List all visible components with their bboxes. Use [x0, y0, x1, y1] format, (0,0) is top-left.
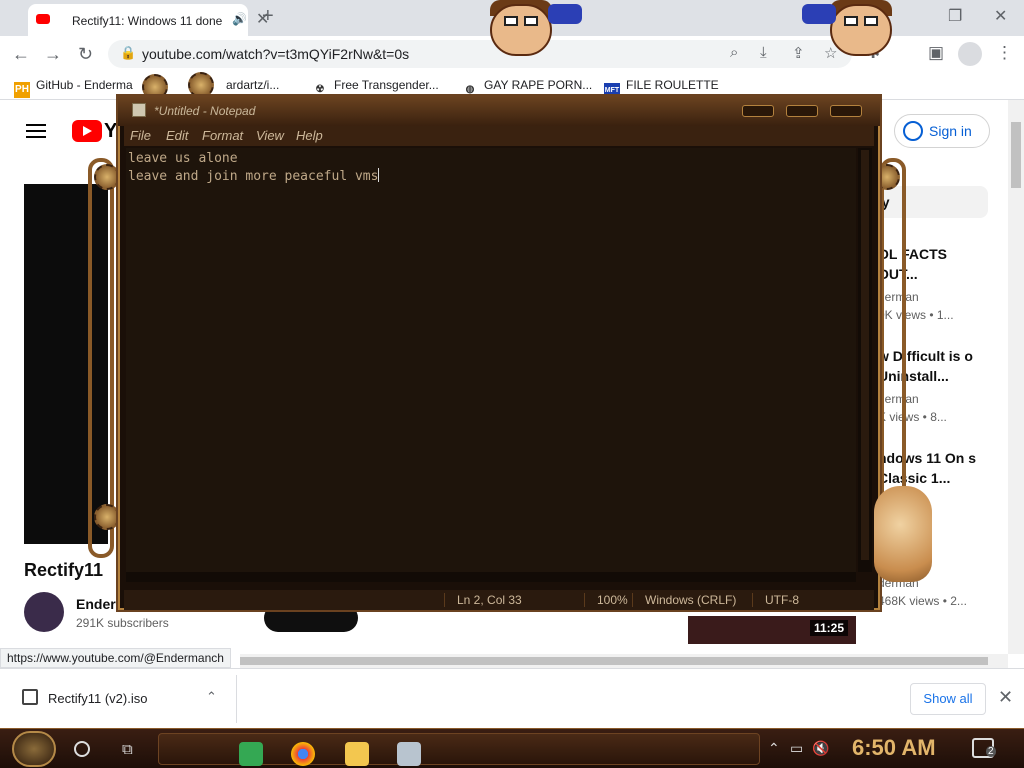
notepad-titlebar[interactable]: *Untitled - Notepad: [118, 96, 880, 126]
network-icon[interactable]: ▭: [790, 740, 803, 757]
bookmark-favicon-icon: PH: [14, 82, 30, 98]
notepad-horizontal-scrollbar[interactable]: [126, 572, 856, 582]
chrome-icon[interactable]: [291, 742, 315, 766]
file-explorer-icon[interactable]: [345, 742, 369, 766]
menu-view[interactable]: View: [256, 128, 284, 143]
window-close-icon[interactable]: ✕: [994, 6, 1007, 26]
reload-icon[interactable]: ↻: [78, 44, 93, 65]
sign-in-button[interactable]: Sign in: [894, 114, 990, 148]
back-icon[interactable]: ←: [12, 44, 30, 65]
profile-avatar[interactable]: [958, 42, 982, 66]
horizontal-scrollbar[interactable]: [240, 654, 1008, 668]
taskbar-apps: [158, 733, 760, 766]
volume-muted-icon[interactable]: 🔇: [812, 740, 829, 757]
page-scrollbar[interactable]: [1008, 100, 1024, 654]
download-filename[interactable]: Rectify11 (v2).iso: [48, 691, 147, 706]
youtube-favicon-icon: [36, 14, 50, 24]
restore-icon[interactable]: ❐: [948, 6, 962, 26]
share-icon[interactable]: ⇪: [792, 44, 805, 62]
taskbar: ⧉ ⌃ ▭ 🔇 6:50 AM 2: [0, 728, 1024, 768]
account-icon: [903, 121, 923, 141]
notepad-menubar: File Edit Format View Help: [124, 126, 874, 146]
close-button[interactable]: [830, 105, 862, 117]
text-caret: [378, 168, 380, 182]
notepad-statusbar: Ln 2, Col 33 100% Windows (CRLF) UTF-8: [124, 590, 874, 610]
menu-edit[interactable]: Edit: [166, 128, 188, 143]
hamburger-menu-icon[interactable]: [26, 124, 46, 138]
install-icon[interactable]: ⤓: [760, 44, 767, 61]
notification-icon[interactable]: 2: [972, 738, 996, 758]
text-line: leave and join more peaceful vms: [128, 169, 379, 184]
close-downloads-icon[interactable]: ✕: [998, 687, 1013, 708]
menu-help[interactable]: Help: [296, 128, 323, 143]
cartoon-face-decoration: [476, 0, 582, 58]
task-view-icon[interactable]: ⧉: [122, 741, 133, 758]
minimize-button[interactable]: [742, 105, 774, 117]
notepad-text-area[interactable]: leave us alone leave and join more peace…: [126, 148, 856, 572]
lock-icon: 🔒: [120, 45, 137, 60]
link-status-bubble: https://www.youtube.com/@Endermanch: [0, 648, 231, 668]
cursor-position: Ln 2, Col 33: [444, 593, 522, 607]
menu-dots-icon[interactable]: ⋮: [996, 43, 1013, 63]
start-button[interactable]: [12, 731, 56, 767]
maximize-button[interactable]: [786, 105, 818, 117]
app-icon[interactable]: [239, 742, 263, 766]
speaker-icon[interactable]: 🔊: [232, 12, 247, 26]
sign-in-label: Sign in: [929, 123, 972, 139]
disc-image-file-icon: [22, 689, 38, 705]
text-line: leave us alone: [128, 151, 238, 166]
url-text: youtube.com/watch?v=t3mQYiF2rNw&t=0s: [142, 46, 410, 62]
taskbar-clock[interactable]: 6:50 AM: [852, 735, 936, 761]
search-icon[interactable]: ⌕: [730, 44, 738, 61]
line-ending: Windows (CRLF): [632, 593, 736, 607]
notepad-vertical-scrollbar[interactable]: [858, 148, 872, 572]
side-panel-icon[interactable]: ▣: [928, 43, 944, 63]
browser-tab[interactable]: Rectify11: Windows 11 done 🔊 ✕: [28, 4, 269, 36]
video-duration: 11:25: [810, 620, 849, 636]
notepad-title: *Untitled - Notepad: [154, 104, 256, 118]
notepad-icon: [132, 103, 146, 117]
notepad-window[interactable]: *Untitled - Notepad File Edit Format Vie…: [116, 94, 882, 612]
forward-icon[interactable]: →: [44, 44, 62, 65]
menu-format[interactable]: Format: [202, 128, 243, 143]
search-circle-icon[interactable]: [74, 741, 90, 757]
hamster-mascot: [874, 486, 932, 582]
show-all-button[interactable]: Show all: [910, 683, 986, 715]
desktop: Rectify11: Windows 11 done 🔊 ✕ + ❐ ✕ ← →…: [0, 0, 1024, 768]
encoding: UTF-8: [752, 593, 799, 607]
chevron-up-icon[interactable]: ⌃: [206, 689, 217, 705]
notepad-taskbar-icon[interactable]: [397, 742, 421, 766]
tray-chevron-icon[interactable]: ⌃: [768, 740, 780, 757]
menu-file[interactable]: File: [130, 128, 151, 143]
tab-title: Rectify11: Windows 11 done: [72, 14, 222, 28]
channel-avatar[interactable]: [24, 592, 64, 632]
cartoon-face-decoration: [802, 0, 916, 58]
zoom-level: 100%: [584, 593, 628, 607]
new-tab-button[interactable]: +: [262, 5, 274, 28]
downloads-bar: Rectify11 (v2).iso ⌃ Show all ✕: [0, 668, 1024, 728]
